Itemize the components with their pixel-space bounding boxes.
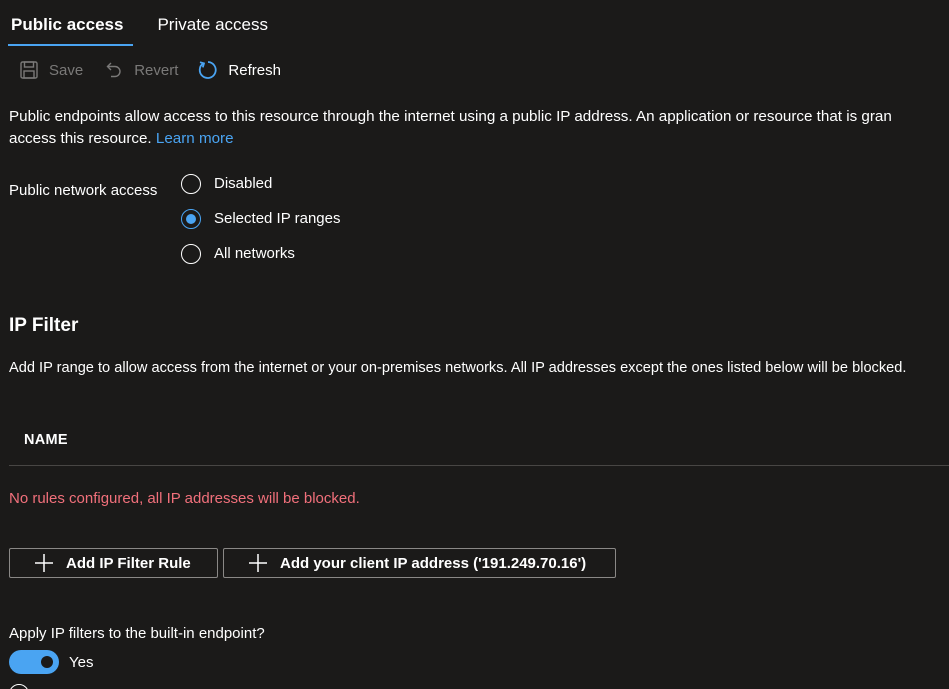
toolbar: Save Revert Refresh: [0, 56, 281, 84]
radio-option-disabled[interactable]: Disabled: [181, 166, 340, 201]
add-ip-filter-rule-label: Add IP Filter Rule: [66, 554, 191, 572]
plus-icon: [248, 553, 268, 573]
radio-label-disabled: Disabled: [214, 175, 273, 192]
tab-public-access[interactable]: Public access: [0, 0, 137, 48]
plus-icon: [34, 553, 54, 573]
radio-button-partial[interactable]: [9, 684, 29, 689]
column-header-name: NAME: [24, 432, 68, 448]
description-line-2-text: access this resource.: [9, 130, 152, 147]
refresh-label: Refresh: [228, 61, 281, 79]
public-endpoint-description: Public endpoints allow access to this re…: [9, 106, 949, 150]
ip-rules-table-header: NAME: [9, 418, 949, 466]
radio-button[interactable]: [181, 173, 201, 194]
radio-option-selected-ip-ranges[interactable]: Selected IP ranges: [181, 201, 340, 236]
add-ip-filter-rule-button[interactable]: Add IP Filter Rule: [9, 548, 218, 578]
save-icon: [18, 59, 40, 81]
description-line-1: Public endpoints allow access to this re…: [9, 108, 892, 125]
ip-filter-description: Add IP range to allow access from the in…: [9, 360, 907, 376]
no-rules-warning: No rules configured, all IP addresses wi…: [9, 490, 360, 507]
toggle-knob: [41, 656, 53, 668]
public-network-access-label: Public network access: [9, 182, 158, 199]
tab-bar: Public access Private access: [0, 0, 278, 48]
apply-builtin-endpoint-label: Apply IP filters to the built-in endpoin…: [9, 625, 265, 642]
toggle-switch[interactable]: [9, 650, 59, 674]
radio-button[interactable]: [181, 243, 201, 264]
save-button[interactable]: Save: [18, 56, 83, 84]
undo-icon: [103, 59, 125, 81]
ip-filter-heading: IP Filter: [9, 315, 79, 336]
tab-private-access[interactable]: Private access: [137, 0, 278, 48]
add-client-ip-button[interactable]: Add your client IP address ('191.249.70.…: [223, 548, 616, 578]
page: Public access Private access Save Revert: [0, 0, 949, 689]
refresh-icon: [197, 59, 219, 81]
radio-label-all-networks: All networks: [214, 245, 295, 262]
radio-dot: [186, 213, 196, 224]
public-network-access-radio-group: Disabled Selected IP ranges All networks: [181, 166, 340, 271]
save-label: Save: [49, 61, 84, 79]
apply-builtin-endpoint-toggle[interactable]: Yes: [9, 650, 93, 674]
radio-option-all-networks[interactable]: All networks: [181, 236, 340, 271]
learn-more-link[interactable]: Learn more: [156, 130, 234, 147]
radio-button-checked[interactable]: [181, 208, 201, 229]
ip-filter-actions: Add IP Filter Rule Add your client IP ad…: [9, 548, 621, 578]
revert-label: Revert: [134, 61, 179, 79]
revert-button[interactable]: Revert: [103, 56, 178, 84]
toggle-label: Yes: [69, 653, 94, 671]
refresh-button[interactable]: Refresh: [197, 56, 281, 84]
add-client-ip-label: Add your client IP address ('191.249.70.…: [280, 554, 587, 572]
radio-label-selected-ip-ranges: Selected IP ranges: [214, 210, 341, 227]
description-line-2: access this resource. Learn more: [9, 128, 949, 150]
